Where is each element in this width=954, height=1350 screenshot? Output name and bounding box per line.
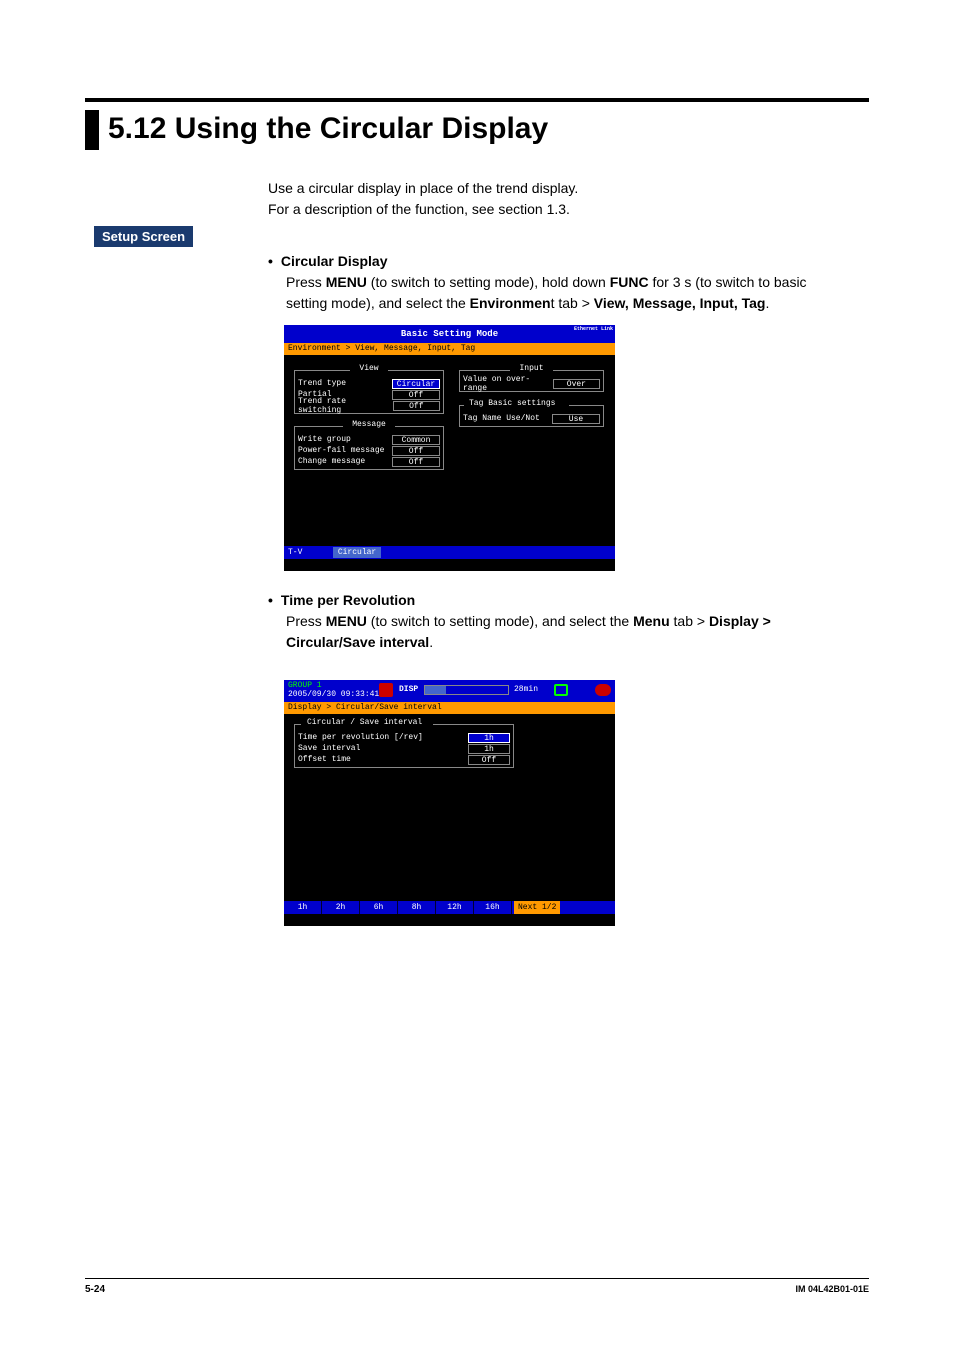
- val-power-fail[interactable]: Off: [392, 446, 440, 456]
- group-view: View Trend typeCircular PartialOff Trend…: [294, 370, 444, 414]
- bullet2-head: Time per Revolution: [281, 592, 415, 608]
- alarm-icon: [595, 684, 611, 696]
- b2-menu: MENU: [326, 613, 367, 629]
- bullet-dot: •: [268, 253, 273, 269]
- group-message-label: Message: [352, 420, 386, 429]
- tab-12h[interactable]: 12h: [436, 901, 474, 914]
- group-input: Input Value on over-rangeOver: [459, 370, 604, 392]
- intro-line1: Use a circular display in place of the t…: [268, 178, 578, 199]
- section-rule: [85, 98, 869, 102]
- stop-icon: [379, 683, 393, 697]
- bullet-circular-display: • Circular Display Press MENU (to switch …: [268, 251, 848, 314]
- section-marker: [85, 110, 99, 150]
- bullet-time-per-rev: • Time per Revolution Press MENU (to swit…: [268, 590, 848, 653]
- ethernet-link-icon: Ethernet Link: [574, 326, 613, 332]
- val-write-group[interactable]: Common: [392, 435, 440, 445]
- intro-text: Use a circular display in place of the t…: [268, 178, 578, 220]
- b1-period: .: [765, 295, 769, 311]
- val-offset-time[interactable]: Off: [468, 755, 510, 765]
- val-save-interval[interactable]: 1h: [468, 744, 510, 754]
- row-time-per-rev: Time per revolution [/rev]: [298, 733, 423, 742]
- shot1-body: View Trend typeCircular PartialOff Trend…: [284, 355, 615, 559]
- row-change-msg: Change message: [298, 457, 365, 466]
- shot1-breadcrumb: Environment > View, Message, Input, Tag: [284, 343, 615, 355]
- row-write-group: Write group: [298, 435, 351, 444]
- progress-bar: [424, 685, 509, 695]
- shot2-breadcrumb: Display > Circular/Save interval: [284, 702, 615, 714]
- tv-label: T-V: [288, 546, 328, 559]
- b2-pre: Press: [286, 613, 326, 629]
- tab-1h[interactable]: 1h: [284, 901, 322, 914]
- group-message: Message Write groupCommon Power-fail mes…: [294, 426, 444, 470]
- disp-label: DISP: [399, 685, 418, 694]
- b2-mid1: (to switch to setting mode), and select …: [367, 613, 633, 629]
- b2-mid2: tab >: [670, 613, 709, 629]
- next-page-button[interactable]: Next 1/2: [514, 901, 560, 914]
- val-trend-rate[interactable]: Off: [393, 401, 440, 411]
- group-circular-save: Circular / Save interval Time per revolu…: [294, 724, 514, 768]
- row-trend-type: Trend type: [298, 379, 346, 388]
- screenshot-display-circular: GROUP 1 2005/09/30 09:33:41 DISP 28min D…: [284, 680, 615, 926]
- group-circular-label: Circular / Save interval: [303, 718, 426, 727]
- row-over-range: Value on over-range: [463, 375, 553, 393]
- row-power-fail: Power-fail message: [298, 446, 384, 455]
- group-input-label: Input: [519, 364, 543, 373]
- shot2-bottombar: 1h2h6h8h12h16hNext 1/2: [284, 901, 615, 914]
- val-trend-type[interactable]: Circular: [392, 379, 440, 389]
- tab-8h[interactable]: 8h: [398, 901, 436, 914]
- b1-menu: MENU: [326, 274, 367, 290]
- group-tag: Tag Basic settings Tag Name Use/NotUse: [459, 405, 604, 427]
- b1-env: Environmen: [470, 295, 551, 311]
- timestamp: 2005/09/30 09:33:41: [288, 690, 379, 699]
- document-id: IM 04L42B01-01E: [795, 1284, 869, 1295]
- b1-tail: View, Message, Input, Tag: [594, 295, 766, 311]
- section-title: 5.12 Using the Circular Display: [108, 112, 548, 146]
- group-label: GROUP 1: [288, 681, 322, 690]
- b1-func: FUNC: [610, 274, 649, 290]
- bottom-value[interactable]: Circular: [333, 547, 381, 558]
- page-footer: 5-24 IM 04L42B01-01E: [85, 1278, 869, 1295]
- shot1-title: Basic Setting Mode: [401, 329, 498, 339]
- tab-16h[interactable]: 16h: [474, 901, 512, 914]
- val-over-range[interactable]: Over: [553, 379, 600, 389]
- intro-line2: For a description of the function, see s…: [268, 199, 578, 220]
- shot2-titlebar: GROUP 1 2005/09/30 09:33:41 DISP 28min: [284, 680, 615, 702]
- row-tag-name: Tag Name Use/Not: [463, 414, 540, 423]
- val-time-per-rev[interactable]: 1h: [468, 733, 510, 743]
- time-remaining: 28min: [514, 685, 538, 694]
- setup-screen-label: Setup Screen: [94, 226, 193, 247]
- val-change-msg[interactable]: Off: [392, 457, 440, 467]
- shot2-body: Circular / Save interval Time per revolu…: [284, 714, 615, 914]
- b1-pre: Press: [286, 274, 326, 290]
- bullet-dot-2: •: [268, 592, 273, 608]
- b1-mid1: (to switch to setting mode), hold down: [367, 274, 610, 290]
- shot1-titlebar: Basic Setting Mode Ethernet Link: [284, 325, 615, 343]
- tab-2h[interactable]: 2h: [322, 901, 360, 914]
- val-partial[interactable]: Off: [392, 390, 440, 400]
- media-icon: [554, 684, 568, 696]
- row-offset-time: Offset time: [298, 755, 351, 764]
- tab-6h[interactable]: 6h: [360, 901, 398, 914]
- bullet1-head: Circular Display: [281, 253, 388, 269]
- screenshot-basic-setting: Basic Setting Mode Ethernet Link Environ…: [284, 325, 615, 571]
- group-view-label: View: [353, 364, 384, 373]
- val-tag-name[interactable]: Use: [552, 414, 600, 424]
- b2-period: .: [429, 634, 433, 650]
- row-save-interval: Save interval: [298, 744, 360, 753]
- page-number: 5-24: [85, 1284, 105, 1295]
- row-trend-rate: Trend rate switching: [298, 397, 393, 415]
- shot1-bottombar: T-V Circular: [284, 546, 615, 559]
- b1-mid3: t tab >: [551, 295, 594, 311]
- group-tag-label: Tag Basic settings: [466, 399, 558, 408]
- b2-menutab: Menu: [633, 613, 670, 629]
